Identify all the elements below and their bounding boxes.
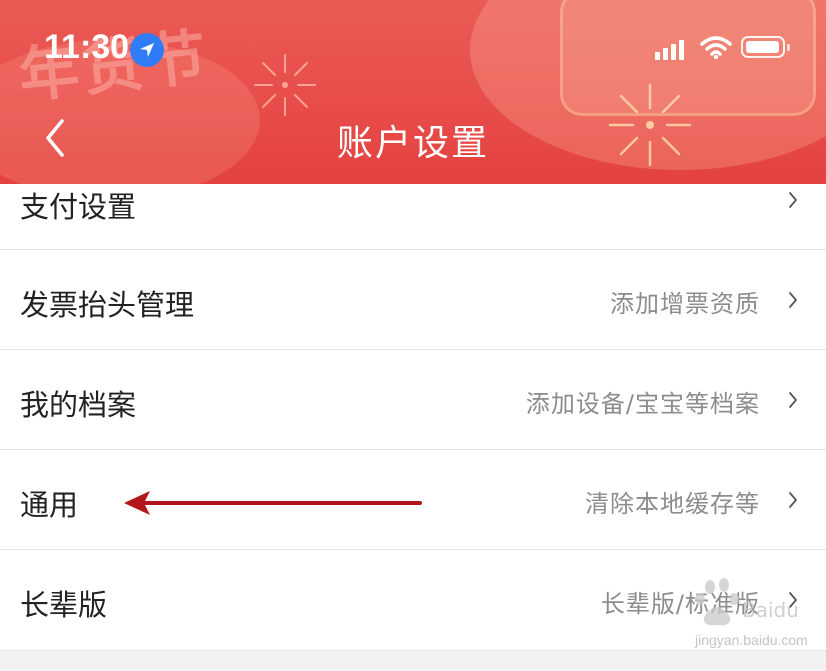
location-arrow-icon	[130, 33, 164, 67]
list-item-label: 通用	[20, 488, 79, 522]
list-item-label: 我的档案	[20, 388, 137, 422]
signal-icon	[655, 38, 689, 60]
status-bar: 11:30	[0, 0, 826, 100]
chevron-right-icon	[789, 492, 797, 508]
list-item-my-profile[interactable]: 我的档案 添加设备/宝宝等档案	[0, 350, 826, 450]
chevron-right-icon	[789, 392, 797, 408]
annotation-arrow	[124, 491, 422, 515]
chevron-right-icon	[789, 192, 797, 208]
list-item-value: 清除本地缓存等	[585, 490, 760, 518]
list-item-payment-settings[interactable]: 支付设置	[0, 184, 826, 250]
status-time: 11:30	[44, 28, 130, 66]
list-item-value: 添加设备/宝宝等档案	[525, 390, 760, 418]
list-item-invoice-header[interactable]: 发票抬头管理 添加增票资质	[0, 250, 826, 350]
watermark-url: jingyan.baidu.com	[695, 632, 808, 648]
page-title: 账户设置	[336, 123, 489, 164]
chevron-right-icon	[789, 292, 797, 308]
watermark-brand: Baidu经验	[742, 598, 800, 622]
wifi-icon	[700, 36, 732, 60]
list-item-label: 支付设置	[20, 190, 137, 224]
app-header: 年货节 11:30 账户设置	[0, 0, 826, 184]
battery-icon	[741, 36, 790, 58]
list-item-label: 长辈版	[20, 588, 108, 622]
watermark-logo: Baidu经验	[695, 578, 800, 626]
list-item-label: 发票抬头管理	[20, 288, 195, 322]
list-item-value: 添加增票资质	[610, 290, 760, 318]
